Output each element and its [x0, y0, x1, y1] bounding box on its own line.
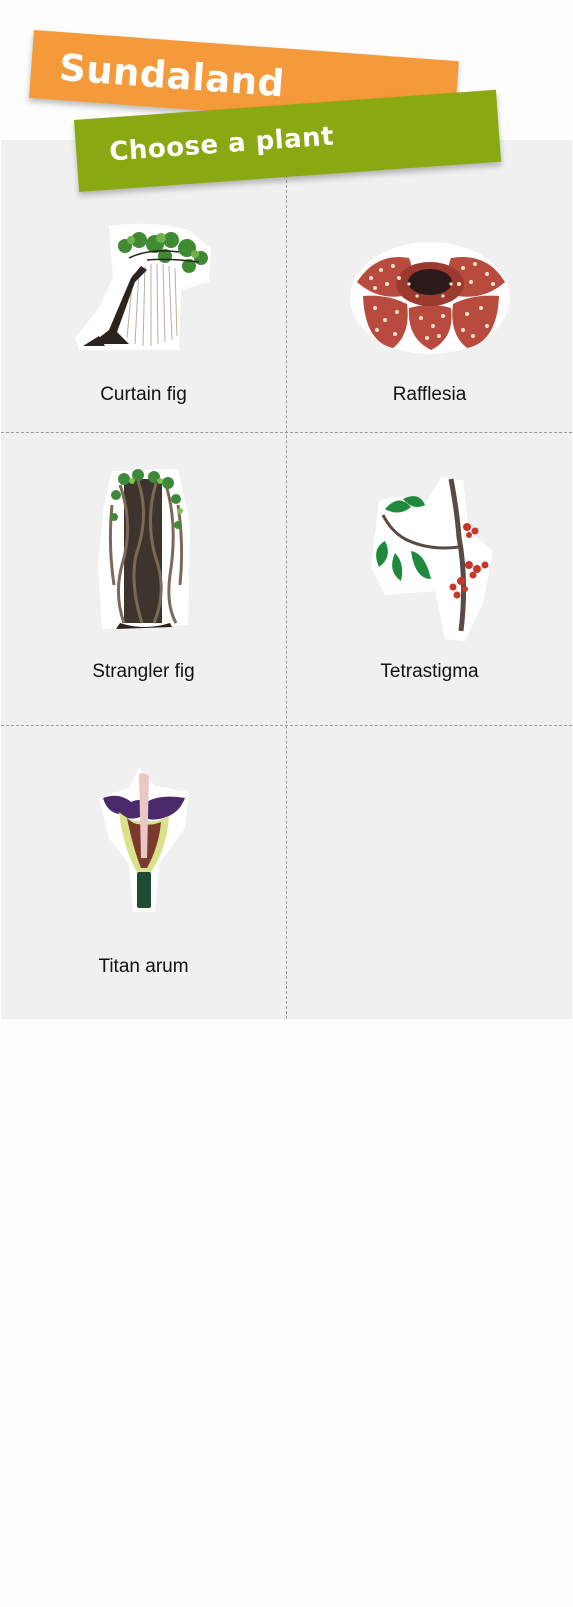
plant-card-strangler-fig[interactable]: Strangler fig	[1, 433, 286, 725]
page: Sundaland Choose a plant Curtain fig Raf…	[0, 0, 573, 1607]
page-title: Sundaland	[57, 46, 287, 106]
plant-label: Strangler fig	[92, 661, 195, 682]
tetrastigma-icon	[287, 471, 572, 643]
plant-label: Rafflesia	[392, 384, 467, 405]
plant-card-rafflesia[interactable]: Rafflesia	[287, 140, 572, 432]
rafflesia-icon	[287, 238, 572, 356]
plant-label: Titan arum	[98, 956, 189, 977]
plant-label: Curtain fig	[100, 384, 187, 405]
curtain-fig-icon	[1, 218, 286, 358]
plant-card-tetrastigma[interactable]: Tetrastigma	[287, 433, 572, 725]
plant-label: Tetrastigma	[380, 661, 479, 682]
strangler-fig-icon	[1, 465, 286, 635]
page-subtitle: Choose a plant	[108, 121, 336, 168]
titan-arum-icon	[1, 768, 286, 914]
plant-card-titan-arum[interactable]: Titan arum	[1, 726, 286, 1019]
plant-grid: Curtain fig Rafflesia Strangler fig Tetr…	[1, 140, 572, 1019]
